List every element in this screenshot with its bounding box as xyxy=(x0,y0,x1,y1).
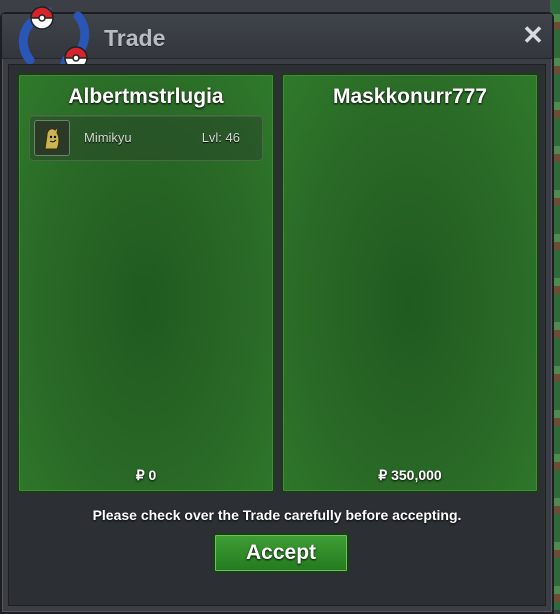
trade-warning-message: Please check over the Trade carefully be… xyxy=(92,507,462,523)
trade-body: Albertmstrlugia Mimikyu Lvl: 46 ₽ 0 Mask… xyxy=(8,64,546,606)
right-trade-panel: Maskkonurr777 ₽ 350,000 xyxy=(281,73,539,493)
mimikyu-icon xyxy=(34,120,70,156)
left-money-offer: ₽ 0 xyxy=(135,467,157,483)
right-player-name: Maskkonurr777 xyxy=(332,85,488,108)
title-bar[interactable]: Trade ✕ xyxy=(2,6,552,72)
trade-window: Trade ✕ Albertmstrlugia Mimikyu Lvl: 46 … xyxy=(0,6,554,614)
accept-button[interactable]: Accept xyxy=(213,533,349,573)
left-trade-panel: Albertmstrlugia Mimikyu Lvl: 46 ₽ 0 xyxy=(17,73,275,493)
right-money-offer: ₽ 350,000 xyxy=(378,467,442,483)
close-button[interactable]: ✕ xyxy=(520,22,546,48)
trade-item-row[interactable]: Mimikyu Lvl: 46 xyxy=(29,115,263,161)
left-player-name: Albertmstrlugia xyxy=(68,85,224,108)
item-name: Mimikyu xyxy=(84,130,132,145)
item-level: Lvl: 46 xyxy=(201,130,240,145)
window-title: Trade xyxy=(104,25,166,51)
